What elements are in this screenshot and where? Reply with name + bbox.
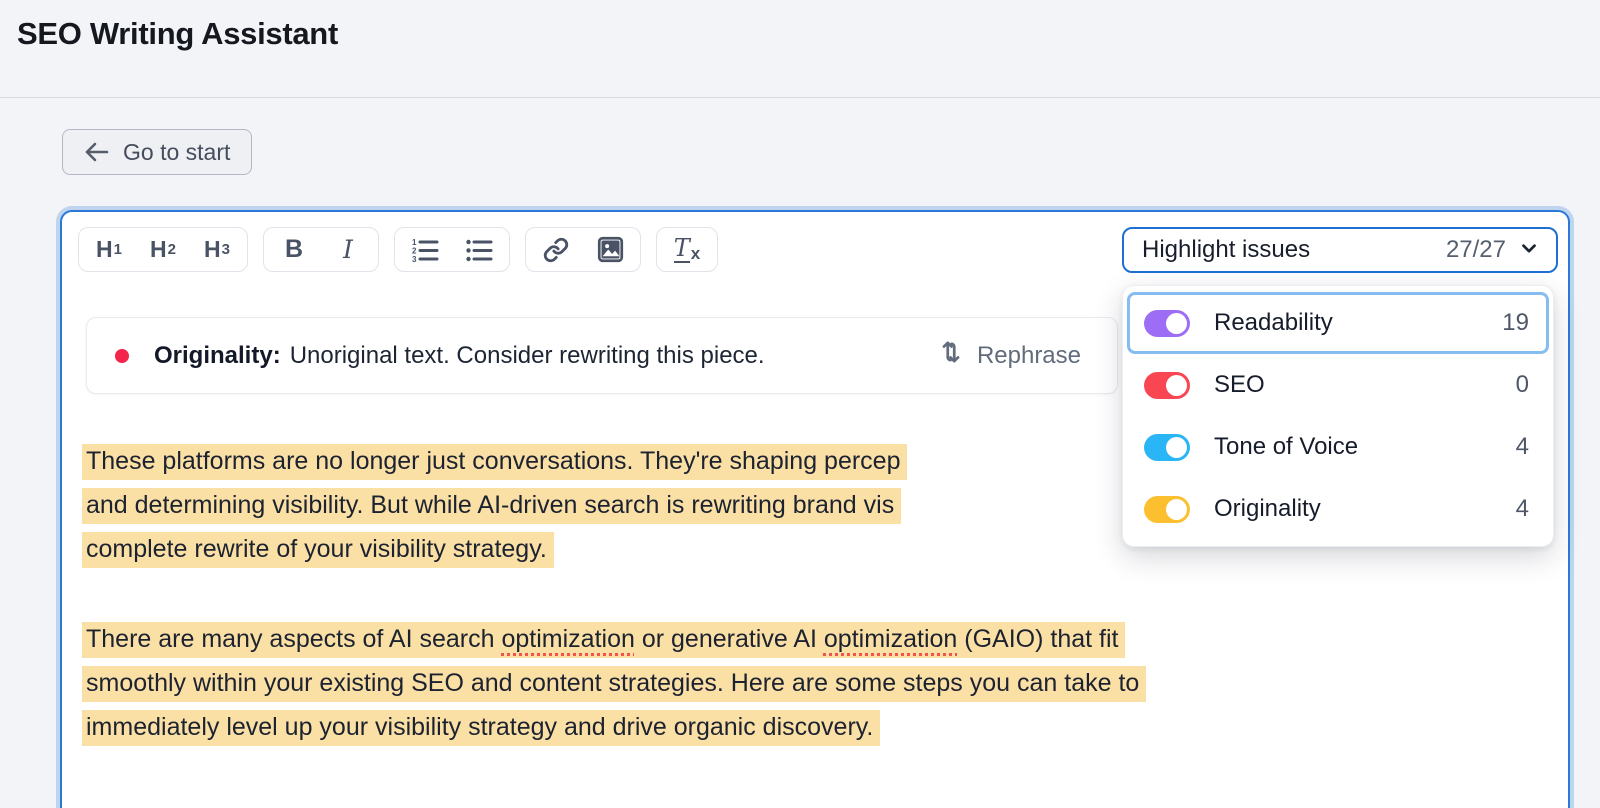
link-icon [543, 237, 569, 263]
insert-image-button[interactable] [583, 230, 637, 269]
dropdown-item-originality[interactable]: Originality 4 [1127, 478, 1549, 540]
highlighted-text: There are many aspects of AI search opti… [82, 622, 1125, 658]
dropdown-item-label: Readability [1214, 309, 1333, 337]
back-arrow-icon [84, 141, 110, 163]
text-segment: or generative AI [635, 625, 824, 653]
rephrase-button[interactable]: Rephrase [938, 339, 1081, 372]
text-segment: immediately level up your visibility str… [86, 713, 873, 741]
highlighted-text: complete rewrite of your visibility stra… [82, 532, 554, 568]
misspelled-word: optimization [824, 625, 957, 653]
dropdown-item-tone-of-voice[interactable]: Tone of Voice 4 [1127, 416, 1549, 478]
dropdown-item-seo[interactable]: SEO 0 [1127, 354, 1549, 416]
text-segment: These platforms are no longer just conve… [86, 447, 900, 475]
clear-formatting-x: x [691, 244, 700, 264]
rephrase-icon [938, 339, 964, 372]
text-segment: smoothly within your existing SEO and co… [86, 669, 1139, 697]
highlighted-text: smoothly within your existing SEO and co… [82, 666, 1146, 702]
heading-button-group: H1 H2 H3 [78, 227, 248, 272]
toggle-switch[interactable] [1144, 496, 1190, 523]
editor-toolbar: H1 H2 H3 B I 1 2 3 [78, 227, 718, 272]
go-to-start-label: Go to start [123, 139, 230, 166]
dropdown-item-label: SEO [1214, 371, 1265, 399]
alert-message: Unoriginal text. Consider rewriting this… [290, 342, 765, 370]
text-line: These platforms are no longer just conve… [86, 444, 1146, 488]
originality-alert-card: Originality: Unoriginal text. Consider r… [86, 317, 1118, 394]
text-segment: complete rewrite of your visibility stra… [86, 535, 547, 563]
ordered-list-button[interactable]: 1 2 3 [398, 230, 452, 269]
paragraph: These platforms are no longer just conve… [86, 444, 1146, 576]
bullet-list-icon [465, 237, 493, 263]
chevron-down-icon [1518, 237, 1540, 264]
rephrase-label: Rephrase [977, 342, 1081, 370]
italic-button[interactable]: I [321, 230, 375, 269]
alert-category-label: Originality: [154, 342, 281, 370]
toggle-switch[interactable] [1144, 434, 1190, 461]
heading-3-button[interactable]: H3 [190, 230, 244, 269]
dropdown-item-count: 19 [1502, 309, 1529, 337]
header-divider [0, 97, 1600, 98]
highlighted-text: immediately level up your visibility str… [82, 710, 880, 746]
svg-text:3: 3 [412, 255, 417, 263]
clear-formatting-button[interactable]: Tx [660, 230, 714, 269]
page-title: SEO Writing Assistant [17, 16, 338, 52]
highlight-issues-label: Highlight issues [1142, 236, 1310, 264]
text-line: smoothly within your existing SEO and co… [86, 666, 1146, 710]
dropdown-item-label: Originality [1214, 495, 1321, 523]
highlight-issues-dropdown-panel: Readability 19 SEO 0 Tone of Voice 4 Ori… [1122, 285, 1554, 547]
dropdown-item-label: Tone of Voice [1214, 433, 1358, 461]
text-line: and determining visibility. But while AI… [86, 488, 1146, 532]
toggle-switch[interactable] [1144, 310, 1190, 337]
misspelled-word: optimization [501, 625, 634, 653]
editor-content[interactable]: These platforms are no longer just conve… [86, 444, 1146, 800]
insert-button-group [525, 227, 641, 272]
text-segment: (GAIO) that fit [957, 625, 1118, 653]
text-line: complete rewrite of your visibility stra… [86, 532, 1146, 576]
heading-2-button[interactable]: H2 [136, 230, 190, 269]
text-line: immediately level up your visibility str… [86, 710, 1146, 754]
dropdown-item-count: 4 [1516, 495, 1529, 523]
clear-format-button-group: Tx [656, 227, 718, 272]
highlight-issues-count: 27/27 [1446, 236, 1506, 264]
paragraph: There are many aspects of AI search opti… [86, 622, 1146, 754]
highlighted-text: and determining visibility. But while AI… [82, 488, 901, 524]
dropdown-item-count: 4 [1516, 433, 1529, 461]
dropdown-item-count: 0 [1516, 371, 1529, 399]
ordered-list-icon: 1 2 3 [411, 237, 439, 263]
go-to-start-button[interactable]: Go to start [62, 129, 252, 175]
highlight-issues-dropdown-trigger[interactable]: Highlight issues 27/27 [1122, 227, 1558, 273]
dropdown-item-readability[interactable]: Readability 19 [1127, 292, 1549, 354]
clear-formatting-t: T [674, 236, 690, 263]
highlighted-text: These platforms are no longer just conve… [82, 444, 907, 480]
editor-container: H1 H2 H3 B I 1 2 3 [60, 210, 1570, 808]
text-line: There are many aspects of AI search opti… [86, 622, 1146, 666]
bullet-list-button[interactable] [452, 230, 506, 269]
toggle-switch[interactable] [1144, 372, 1190, 399]
error-dot-icon [115, 349, 129, 363]
text-segment: and determining visibility. But while AI… [86, 491, 894, 519]
list-button-group: 1 2 3 [394, 227, 510, 272]
image-icon [597, 236, 624, 263]
link-button[interactable] [529, 230, 583, 269]
text-segment: There are many aspects of AI search [86, 625, 501, 653]
text-style-button-group: B I [263, 227, 379, 272]
bold-button[interactable]: B [267, 230, 321, 269]
heading-1-button[interactable]: H1 [82, 230, 136, 269]
